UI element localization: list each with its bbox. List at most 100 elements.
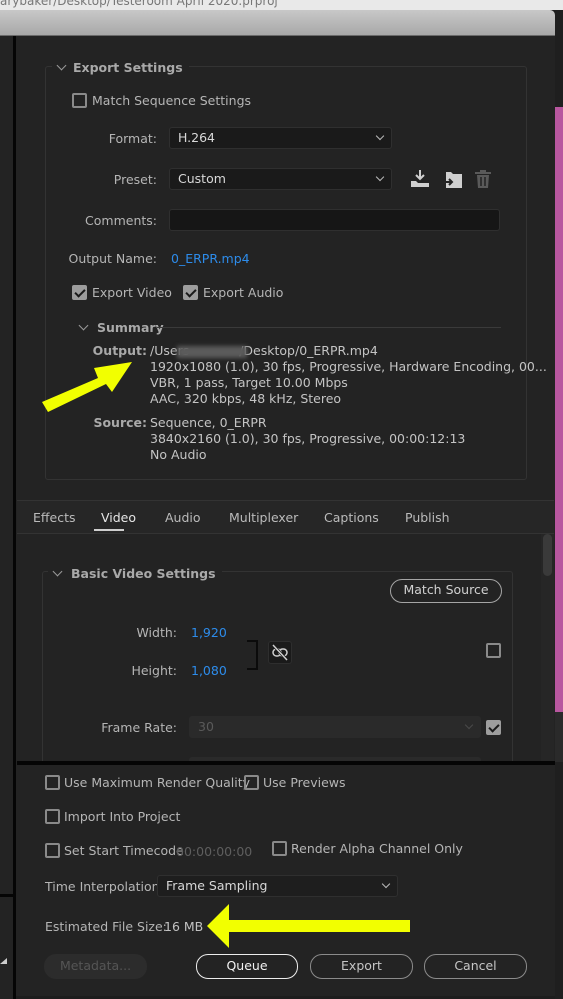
time-interpolation-value: Frame Sampling xyxy=(166,878,268,893)
tab-video[interactable]: Video xyxy=(101,510,136,525)
summary-output-line: VBR, 1 pass, Target 10.00 Mbps xyxy=(150,375,348,390)
format-label: Format: xyxy=(108,131,157,146)
scrollbar-thumb[interactable] xyxy=(543,534,552,576)
tab-publish[interactable]: Publish xyxy=(405,510,450,525)
set-start-timecode-checkbox[interactable]: Set Start Timecode xyxy=(45,843,184,859)
summary-source-values: Sequence, 0_ERPR 3840x2160 (1.0), 30 fps… xyxy=(150,415,465,463)
match-source-button[interactable]: Match Source xyxy=(390,579,502,603)
import-preset-icon[interactable] xyxy=(442,170,464,190)
summary-output-line: AAC, 320 kbps, 48 kHz, Stereo xyxy=(150,391,342,406)
timeline-clip-strip xyxy=(555,107,563,712)
output-name-label: Output Name: xyxy=(68,251,157,266)
output-name-link[interactable]: 0_ERPR.mp4 xyxy=(171,251,250,266)
chevron-down-icon xyxy=(464,720,474,730)
checkbox-box[interactable] xyxy=(244,775,259,790)
constrain-proportions-toggle[interactable] xyxy=(268,641,292,664)
basic-video-settings-header[interactable]: Basic Video Settings xyxy=(48,563,222,581)
tab-effects[interactable]: Effects xyxy=(33,510,76,525)
start-timecode-value[interactable]: 00:00:00:00 xyxy=(176,844,252,859)
checkbox-box[interactable] xyxy=(45,809,60,824)
chevron-down-icon xyxy=(375,131,385,141)
active-tab-indicator xyxy=(94,529,124,531)
width-label: Width: xyxy=(136,625,177,640)
right-lower-panel xyxy=(555,712,563,762)
dimension-override-checkbox[interactable] xyxy=(486,643,501,658)
use-previews-checkbox[interactable]: Use Previews xyxy=(244,775,354,791)
summary-header[interactable]: Summary xyxy=(78,320,164,335)
match-sequence-label: Match Sequence Settings xyxy=(92,93,252,108)
format-select[interactable]: H.264 xyxy=(169,127,392,149)
summary-source-line: 3840x2160 (1.0), 30 fps, Progressive, 00… xyxy=(150,431,466,446)
checkbox-box[interactable] xyxy=(272,841,287,856)
chevron-down-icon xyxy=(375,172,385,182)
match-sequence-checkbox[interactable]: Match Sequence Settings xyxy=(72,93,272,109)
left-panel-separator xyxy=(0,894,13,897)
delete-preset-icon[interactable] xyxy=(473,169,493,189)
unlink-icon xyxy=(271,643,289,662)
summary-source-label: Source: xyxy=(93,415,147,430)
export-settings-header[interactable]: Export Settings xyxy=(52,57,189,75)
frame-rate-select[interactable]: 30 xyxy=(189,716,481,738)
left-background-panel xyxy=(0,36,13,999)
export-button[interactable]: Export xyxy=(310,954,413,979)
summary-output-line: 1920x1080 (1.0), 30 fps, Progressive, Ha… xyxy=(150,359,547,374)
tab-multiplexer[interactable]: Multiplexer xyxy=(229,510,298,525)
frame-rate-label: Frame Rate: xyxy=(101,720,177,735)
chevron-down-icon xyxy=(52,566,63,577)
frame-rate-override-checkbox[interactable] xyxy=(486,720,501,735)
checkbox-box[interactable] xyxy=(72,285,87,300)
checkbox-box[interactable] xyxy=(45,843,60,858)
summary-source-line: No Audio xyxy=(150,447,207,462)
summary-title: Summary xyxy=(97,320,164,335)
summary-source-line: Sequence, 0_ERPR xyxy=(150,415,267,430)
redacted-username xyxy=(177,346,247,358)
format-value: H.264 xyxy=(178,130,216,145)
import-into-project-label: Import Into Project xyxy=(64,809,181,824)
estimated-file-size-value: 16 MB xyxy=(164,919,204,934)
basic-video-settings-title: Basic Video Settings xyxy=(71,566,216,581)
export-settings-title: Export Settings xyxy=(73,60,183,75)
dialog-header[interactable] xyxy=(0,10,555,36)
metadata-button[interactable]: Metadata... xyxy=(44,954,147,979)
max-render-quality-label: Use Maximum Render Quality xyxy=(64,775,251,790)
summary-divider xyxy=(157,327,501,328)
save-preset-icon[interactable] xyxy=(409,169,431,189)
time-interpolation-select[interactable]: Frame Sampling xyxy=(157,875,398,897)
comments-label: Comments: xyxy=(85,213,157,228)
render-alpha-label: Render Alpha Channel Only xyxy=(291,841,463,856)
chevron-down-icon xyxy=(381,879,391,889)
tab-captions[interactable]: Captions xyxy=(324,510,379,525)
time-interpolation-label: Time Interpolation: xyxy=(45,879,164,894)
checkbox-box[interactable] xyxy=(183,285,198,300)
preset-label: Preset: xyxy=(113,172,157,187)
import-into-project-checkbox[interactable]: Import Into Project xyxy=(45,809,185,825)
preset-select[interactable]: Custom xyxy=(169,168,392,190)
dimension-link-bracket xyxy=(247,640,258,670)
set-start-timecode-label: Set Start Timecode xyxy=(64,843,184,858)
width-value[interactable]: 1,920 xyxy=(191,625,227,640)
checkbox-box[interactable] xyxy=(45,775,60,790)
tab-audio[interactable]: Audio xyxy=(165,510,201,525)
height-value[interactable]: 1,080 xyxy=(191,663,227,678)
checkbox-box[interactable] xyxy=(72,93,87,108)
estimated-file-size-label: Estimated File Size: xyxy=(45,919,167,934)
export-video-checkbox[interactable]: Export Video xyxy=(72,285,172,301)
comments-input[interactable] xyxy=(169,209,500,231)
frame-rate-value: 30 xyxy=(198,719,214,734)
render-alpha-checkbox[interactable]: Render Alpha Channel Only xyxy=(272,841,463,857)
window-title: arybaker/Desktop/Testeroom April 2020.pr… xyxy=(0,0,278,8)
preset-value: Custom xyxy=(178,171,226,186)
chevron-down-icon xyxy=(78,320,89,331)
export-audio-checkbox[interactable]: Export Audio xyxy=(183,285,283,301)
window-title-bar: arybaker/Desktop/Testeroom April 2020.pr… xyxy=(0,0,563,10)
queue-button[interactable]: Queue xyxy=(196,954,298,979)
chevron-down-icon xyxy=(56,60,67,71)
summary-output-label: Output: xyxy=(92,343,147,358)
playhead-triangle-icon xyxy=(0,958,7,964)
export-video-label: Export Video xyxy=(92,285,172,300)
max-render-quality-checkbox[interactable]: Use Maximum Render Quality xyxy=(45,775,250,791)
cancel-button[interactable]: Cancel xyxy=(424,954,527,979)
export-audio-label: Export Audio xyxy=(203,285,284,300)
height-label: Height: xyxy=(131,663,177,678)
use-previews-label: Use Previews xyxy=(263,775,346,790)
